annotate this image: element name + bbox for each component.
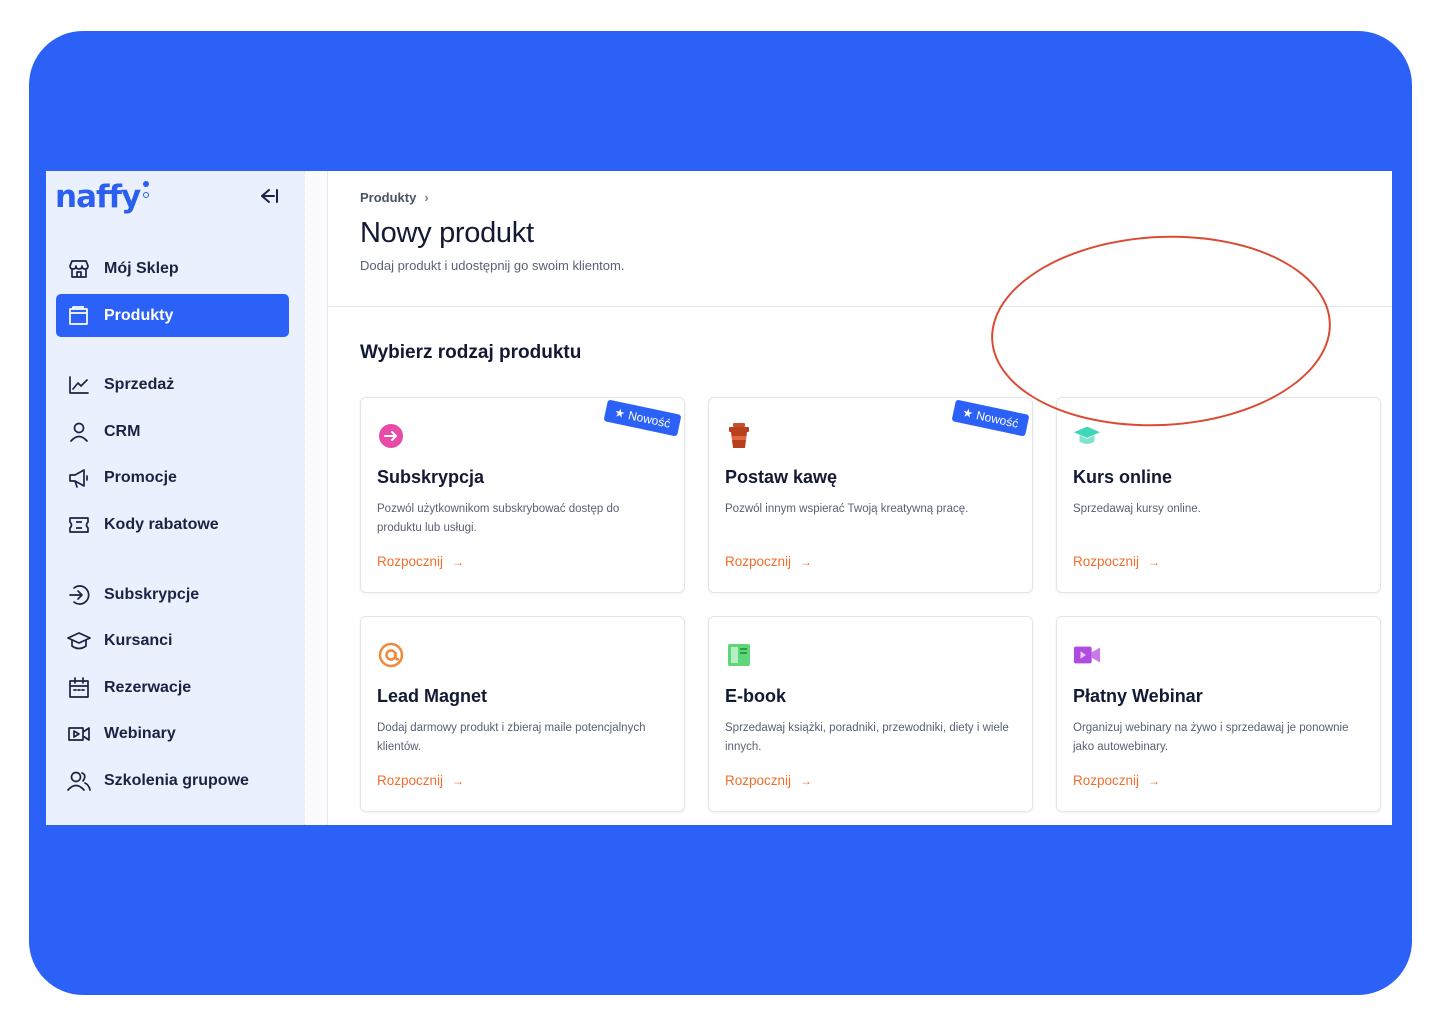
header-divider xyxy=(329,306,1392,307)
card-description: Pozwól innym wspierać Twoją kreatywną pr… xyxy=(725,503,969,515)
logo[interactable]: naffy xyxy=(55,175,150,215)
start-link-label: Rozpocznij xyxy=(377,773,444,788)
page-title: Nowy produkt xyxy=(360,217,534,249)
card-title: E-book xyxy=(725,686,786,706)
card-title: Postaw kawę xyxy=(725,467,838,487)
breadcrumb: Produkty › xyxy=(360,190,429,205)
sidebar-item-label: CRM xyxy=(104,422,141,440)
arrow-right-icon: → xyxy=(1148,773,1161,788)
start-link[interactable]: Rozpocznij → xyxy=(725,773,812,788)
folder-icon xyxy=(67,304,91,328)
subscription-icon xyxy=(377,422,405,450)
card-description: Dodaj darmowy produkt i zbieraj maile po… xyxy=(377,722,646,753)
sidebar-item-moj-sklep[interactable]: Mój Sklep xyxy=(56,247,289,290)
product-type-card-subskrypcja[interactable]: ★ Nowość Subskrypcja Pozwól użytkownikom… xyxy=(360,397,685,593)
sidebar-item-szkolenia-grupowe[interactable]: Szkolenia grupowe xyxy=(56,759,289,802)
breadcrumb-separator: › xyxy=(424,190,429,205)
card-description: Organizuj webinary na żywo i sprzedawaj … xyxy=(1073,722,1349,753)
store-icon xyxy=(67,257,91,281)
card-description: Pozwól użytkownikom subskrybować dostęp … xyxy=(377,503,620,534)
sidebar-item-label: Subskrypcje xyxy=(104,585,200,603)
video-camera-icon xyxy=(1073,641,1101,669)
sidebar-item-promocje[interactable]: Promocje xyxy=(56,456,289,499)
start-link-label: Rozpocznij xyxy=(725,773,792,788)
product-type-card-e-book[interactable]: E-book Sprzedawaj książki, poradniki, pr… xyxy=(708,616,1033,812)
sidebar-item-rezerwacje[interactable]: Rezerwacje xyxy=(56,666,289,709)
sidebar-item-label: Webinary xyxy=(104,724,176,742)
start-link-label: Rozpocznij xyxy=(1073,773,1140,788)
collapse-sidebar-icon[interactable] xyxy=(258,187,280,205)
sidebar-gutter xyxy=(304,171,328,825)
card-title: Subskrypcja xyxy=(377,467,485,487)
at-sign-icon xyxy=(377,641,405,669)
coffee-cup-icon xyxy=(725,422,753,450)
subscription-arrow-icon xyxy=(67,583,91,607)
calendar-icon xyxy=(67,676,91,700)
start-link-label: Rozpocznij xyxy=(1073,554,1140,569)
card-title: Płatny Webinar xyxy=(1073,686,1203,706)
start-link[interactable]: Rozpocznij → xyxy=(725,554,812,569)
arrow-right-icon: → xyxy=(800,554,813,569)
sidebar-item-sprzedaz[interactable]: Sprzedaż xyxy=(56,363,289,406)
user-icon xyxy=(67,420,91,444)
ticket-icon xyxy=(67,513,91,537)
video-icon xyxy=(67,722,91,746)
sidebar-item-produkty[interactable]: Produkty xyxy=(56,294,289,337)
arrow-right-icon: → xyxy=(1148,554,1161,569)
sidebar-item-label: Rezerwacje xyxy=(104,678,192,696)
page-subtitle: Dodaj produkt i udostępnij go swoim klie… xyxy=(360,258,625,273)
arrow-right-icon: → xyxy=(452,773,465,788)
start-link-label: Rozpocznij xyxy=(725,554,792,569)
graduation-cap-icon xyxy=(67,629,91,653)
arrow-right-icon: → xyxy=(800,773,813,788)
card-description: Sprzedawaj kursy online. xyxy=(1073,503,1201,515)
logo-dots xyxy=(143,175,150,205)
sidebar-item-subskrypcje[interactable]: Subskrypcje xyxy=(56,573,289,616)
sidebar-item-webinary[interactable]: Webinary xyxy=(56,712,289,755)
sidebar-item-label: Produkty xyxy=(104,306,174,324)
graduation-cap-icon xyxy=(1073,422,1101,450)
product-type-card-platny-webinar[interactable]: Płatny Webinar Organizuj webinary na żyw… xyxy=(1056,616,1381,812)
sidebar-item-label: Kody rabatowe xyxy=(104,515,219,533)
card-title: Kurs online xyxy=(1073,467,1173,487)
product-type-card-postaw-kawe[interactable]: ★ Nowość Postaw kawę Pozwól innym wspier… xyxy=(708,397,1033,593)
breadcrumb-produkty[interactable]: Produkty xyxy=(360,190,416,205)
start-link[interactable]: Rozpocznij → xyxy=(1073,773,1160,788)
start-link-label: Rozpocznij xyxy=(377,554,444,569)
product-type-card-kurs-online[interactable]: Kurs online Sprzedawaj kursy online. Roz… xyxy=(1056,397,1381,593)
start-link[interactable]: Rozpocznij → xyxy=(377,554,464,569)
users-icon xyxy=(67,769,91,793)
section-title: Wybierz rodzaj produktu xyxy=(360,342,582,363)
book-icon xyxy=(725,641,753,669)
sidebar-item-label: Mój Sklep xyxy=(104,259,179,277)
new-badge: ★ Nowość xyxy=(951,399,1030,437)
card-description: Sprzedawaj książki, poradniki, przewodni… xyxy=(725,722,1009,753)
main-content: Produkty › Nowy produkt Dodaj produkt i u… xyxy=(329,171,1392,825)
start-link[interactable]: Rozpocznij → xyxy=(1073,554,1160,569)
sidebar-item-label: Kursanci xyxy=(104,631,173,649)
logo-text: naffy xyxy=(55,179,141,215)
sidebar: naffy Mój Sklep Produkty Sprzedaż CRM Pr… xyxy=(46,171,304,825)
sidebar-item-crm[interactable]: CRM xyxy=(56,410,289,453)
sidebar-item-kody-rabatowe[interactable]: Kody rabatowe xyxy=(56,503,289,546)
sidebar-item-label: Promocje xyxy=(104,468,177,486)
arrow-right-icon: → xyxy=(452,554,465,569)
start-link[interactable]: Rozpocznij → xyxy=(377,773,464,788)
product-type-card-lead-magnet[interactable]: Lead Magnet Dodaj darmowy produkt i zbie… xyxy=(360,616,685,812)
sidebar-item-kursanci[interactable]: Kursanci xyxy=(56,619,289,662)
megaphone-icon xyxy=(67,466,91,490)
chart-line-icon xyxy=(67,373,91,397)
new-badge: ★ Nowość xyxy=(603,399,682,437)
app-screen: naffy Mój Sklep Produkty Sprzedaż CRM Pr… xyxy=(46,171,1392,825)
sidebar-item-label: Sprzedaż xyxy=(104,375,175,393)
sidebar-item-label: Szkolenia grupowe xyxy=(104,771,249,789)
card-title: Lead Magnet xyxy=(377,686,488,706)
